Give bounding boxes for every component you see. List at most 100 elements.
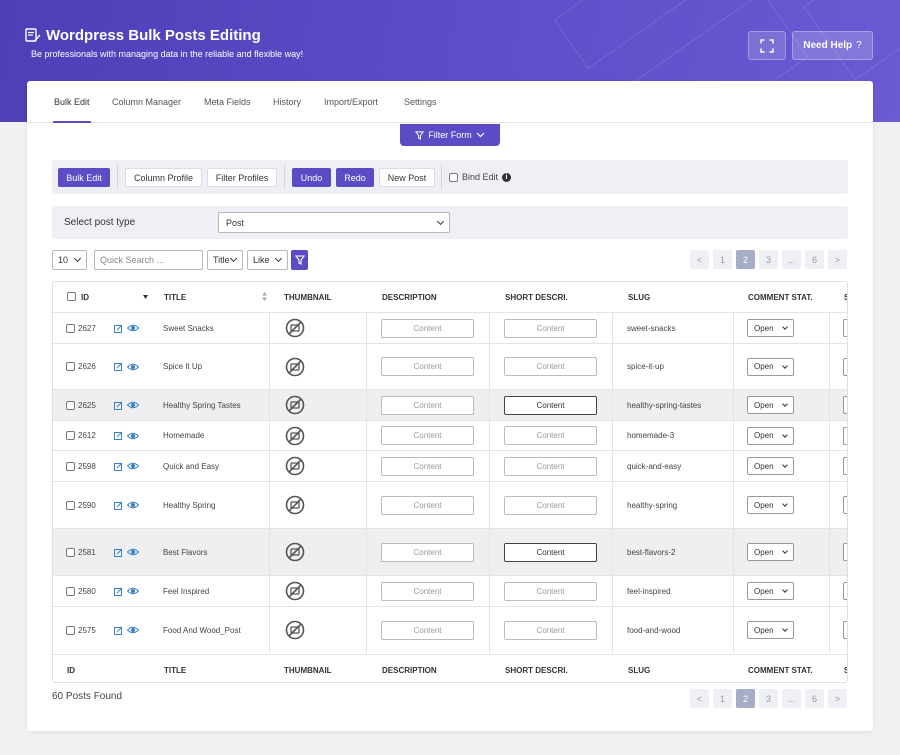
eye-icon[interactable] xyxy=(127,363,139,371)
short-description-content-button[interactable]: Content xyxy=(504,542,597,562)
short-description-cell[interactable]: Content xyxy=(504,482,597,528)
description-content-button[interactable]: Content xyxy=(381,495,474,515)
short-description-cell[interactable]: Content xyxy=(504,451,597,481)
description-content-button[interactable]: Content xyxy=(381,426,474,445)
short-description-content-button[interactable]: Content xyxy=(504,426,597,445)
extra-select[interactable] xyxy=(843,426,847,445)
post-slug[interactable]: healthy-spring-tastes xyxy=(627,390,701,420)
sort-desc-icon[interactable] xyxy=(143,295,148,299)
pagination-prev[interactable]: < xyxy=(690,250,709,269)
row-checkbox[interactable] xyxy=(66,529,75,575)
sort-icon[interactable] xyxy=(262,292,267,301)
thumbnail-cell[interactable] xyxy=(285,313,305,343)
description-cell[interactable]: Content xyxy=(381,529,474,575)
post-title[interactable]: Spice It Up xyxy=(163,344,202,389)
pagination-next[interactable]: > xyxy=(828,689,847,708)
search-field-select[interactable]: Title xyxy=(207,250,243,270)
row-checkbox[interactable] xyxy=(66,576,75,606)
row-checkbox[interactable] xyxy=(66,607,75,653)
short-description-cell[interactable]: Content xyxy=(504,344,597,389)
tab-meta-fields[interactable]: Meta Fields xyxy=(204,97,251,107)
eye-icon[interactable] xyxy=(127,462,139,470)
post-type-select[interactable]: Post xyxy=(218,212,450,233)
extra-select[interactable] xyxy=(843,319,847,337)
thumbnail-cell[interactable] xyxy=(285,529,305,575)
description-cell[interactable]: Content xyxy=(381,344,474,389)
edit-icon[interactable] xyxy=(114,401,123,410)
edit-icon[interactable] xyxy=(114,324,123,333)
short-description-content-button[interactable]: Content xyxy=(504,495,597,515)
short-description-content-button[interactable]: Content xyxy=(504,357,597,376)
short-description-content-button[interactable]: Content xyxy=(504,581,597,601)
comment-status-select[interactable]: Open xyxy=(747,319,794,337)
undo-button[interactable]: Undo xyxy=(292,168,331,187)
comment-status-select[interactable]: Open xyxy=(747,426,794,445)
bind-edit-checkbox[interactable] xyxy=(449,172,458,182)
comment-status-select[interactable]: Open xyxy=(747,582,794,600)
redo-button[interactable]: Redo xyxy=(336,168,374,187)
short-description-cell[interactable]: Content xyxy=(504,529,597,575)
extra-select[interactable] xyxy=(843,457,847,475)
pagination-page[interactable]: 6 xyxy=(805,250,824,269)
edit-icon[interactable] xyxy=(114,431,123,440)
comment-status-select[interactable]: Open xyxy=(747,496,794,514)
post-slug[interactable]: spice-it-up xyxy=(627,344,664,389)
description-content-button[interactable]: Content xyxy=(381,620,474,640)
bulk-edit-button[interactable]: Bulk Edit xyxy=(58,168,110,187)
comment-status-select[interactable]: Open xyxy=(747,357,794,376)
comment-status-select[interactable]: Open xyxy=(747,543,794,561)
thumbnail-cell[interactable] xyxy=(285,451,305,481)
extra-select[interactable] xyxy=(843,357,847,376)
description-cell[interactable]: Content xyxy=(381,390,474,420)
eye-icon[interactable] xyxy=(127,401,139,409)
post-title[interactable]: Food And Wood_Post xyxy=(163,607,241,653)
tab-bulk-edit[interactable]: Bulk Edit xyxy=(54,97,90,107)
post-title[interactable]: Quick and Easy xyxy=(163,451,219,481)
eye-icon[interactable] xyxy=(127,587,139,595)
thumbnail-cell[interactable] xyxy=(285,576,305,606)
description-cell[interactable]: Content xyxy=(381,607,474,653)
post-slug[interactable]: feel-inspired xyxy=(627,576,671,606)
column-header-short-description[interactable]: SHORT DESCRI. xyxy=(505,293,568,302)
extra-select[interactable] xyxy=(843,621,847,639)
extra-select[interactable] xyxy=(843,582,847,600)
short-description-content-button[interactable]: Content xyxy=(504,395,597,415)
pagination-prev[interactable]: < xyxy=(690,689,709,708)
thumbnail-cell[interactable] xyxy=(285,344,305,389)
column-profile-button[interactable]: Column Profile xyxy=(125,168,202,187)
post-slug[interactable]: food-and-wood xyxy=(627,607,680,653)
row-checkbox[interactable] xyxy=(66,313,75,343)
new-post-button[interactable]: New Post xyxy=(379,168,435,187)
short-description-cell[interactable]: Content xyxy=(504,390,597,420)
column-header-extra[interactable]: S xyxy=(844,293,847,302)
edit-icon[interactable] xyxy=(114,548,123,557)
edit-icon[interactable] xyxy=(114,501,123,510)
edit-icon[interactable] xyxy=(114,626,123,635)
tab-import-export[interactable]: Import/Export xyxy=(324,97,378,107)
short-description-content-button[interactable]: Content xyxy=(504,318,597,338)
post-title[interactable]: Homemade xyxy=(163,421,204,450)
short-description-content-button[interactable]: Content xyxy=(504,620,597,640)
post-slug[interactable]: healthy-spring xyxy=(627,482,677,528)
row-checkbox[interactable] xyxy=(66,451,75,481)
pagination-page-active[interactable]: 2 xyxy=(736,250,755,269)
filter-form-toggle[interactable]: Filter Form xyxy=(400,124,500,146)
description-cell[interactable]: Content xyxy=(381,451,474,481)
post-title[interactable]: Healthy Spring xyxy=(163,482,215,528)
pagination-page[interactable]: 3 xyxy=(759,689,778,708)
column-header-id[interactable]: ID xyxy=(81,293,89,302)
short-description-cell[interactable]: Content xyxy=(504,313,597,343)
description-content-button[interactable]: Content xyxy=(381,542,474,562)
description-content-button[interactable]: Content xyxy=(381,318,474,338)
filter-profiles-button[interactable]: Filter Profiles xyxy=(207,168,277,187)
description-cell[interactable]: Content xyxy=(381,421,474,450)
pagination-page[interactable]: 3 xyxy=(759,250,778,269)
comment-status-select[interactable]: Open xyxy=(747,396,794,414)
tab-settings[interactable]: Settings xyxy=(404,97,437,107)
pagination-page[interactable]: 6 xyxy=(805,689,824,708)
description-content-button[interactable]: Content xyxy=(381,395,474,415)
extra-select[interactable] xyxy=(843,396,847,414)
short-description-cell[interactable]: Content xyxy=(504,576,597,606)
description-content-button[interactable]: Content xyxy=(381,357,474,376)
post-title[interactable]: Best Flavors xyxy=(163,529,207,575)
